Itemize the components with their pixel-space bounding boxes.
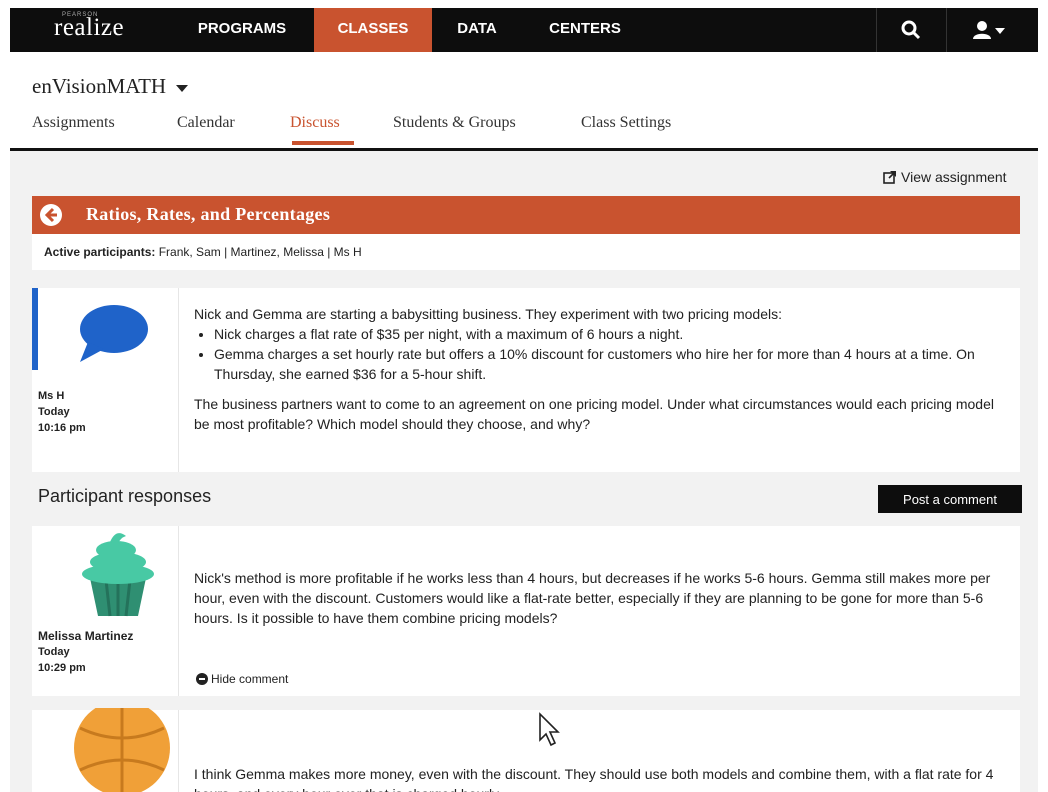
response-day: Today	[38, 646, 70, 658]
brand-label: realize	[54, 14, 125, 41]
response-card: I think Gemma makes more money, even wit…	[32, 708, 1020, 792]
post-body: Nick and Gemma are starting a babysittin…	[194, 304, 1000, 434]
post-time: 10:16 pm	[38, 422, 86, 434]
response-author-column: Melissa Martinez Today 10:29 pm	[32, 526, 179, 696]
active-tab-indicator	[292, 141, 354, 145]
realize-logo[interactable]: PEARSON realize	[54, 12, 125, 42]
response-time: 10:29 pm	[38, 662, 86, 674]
app-frame: PEARSON realize PROGRAMS CLASSES DATA CE…	[10, 8, 1038, 792]
tab-students-groups[interactable]: Students & Groups	[393, 114, 516, 132]
discussion-title-banner: Ratios, Rates, and Percentages	[32, 196, 1020, 234]
participants-label: Active participants:	[44, 245, 156, 259]
class-selector[interactable]: enVisionMATH	[32, 74, 189, 99]
back-button[interactable]	[40, 204, 62, 226]
response-author: Melissa Martinez	[38, 629, 134, 643]
tab-class-settings[interactable]: Class Settings	[581, 114, 671, 132]
cupcake-icon	[82, 533, 154, 617]
minus-circle-icon	[196, 673, 208, 685]
post-author-column: Ms H Today 10:16 pm	[32, 288, 179, 472]
mouse-cursor-icon	[539, 712, 560, 747]
tab-discuss[interactable]: Discuss	[290, 114, 340, 132]
post-accent-bar	[32, 288, 38, 370]
chevron-down-icon	[176, 84, 189, 92]
response-text: I think Gemma makes more money, even wit…	[194, 766, 994, 792]
search-button[interactable]	[878, 8, 944, 52]
external-link-icon	[883, 171, 896, 184]
nav-divider	[876, 8, 877, 52]
basketball-icon	[74, 708, 170, 792]
tab-assignments[interactable]: Assignments	[32, 114, 115, 132]
class-title: enVisionMATH	[32, 74, 167, 98]
search-icon	[901, 20, 921, 40]
top-navigation-bar: PEARSON realize PROGRAMS CLASSES DATA CE…	[10, 8, 1038, 52]
post-bullet-list: Nick charges a flat rate of $35 per nigh…	[194, 324, 1000, 384]
post-question: The business partners want to come to an…	[194, 396, 994, 432]
tab-calendar[interactable]: Calendar	[177, 114, 235, 132]
arrow-left-icon	[44, 207, 57, 223]
post-day: Today	[38, 406, 70, 418]
post-author: Ms H	[38, 390, 65, 402]
nav-data[interactable]: DATA	[440, 8, 514, 52]
user-icon	[973, 21, 1005, 39]
response-author-column	[32, 708, 179, 792]
post-intro: Nick and Gemma are starting a babysittin…	[194, 306, 783, 322]
list-item: Nick charges a flat rate of $35 per nigh…	[214, 324, 1000, 344]
nav-classes[interactable]: CLASSES	[314, 8, 432, 52]
active-participants-bar: Active participants: Frank, Sam | Martin…	[32, 234, 1020, 270]
nav-programs[interactable]: PROGRAMS	[178, 8, 306, 52]
response-text: Nick's method is more profitable if he w…	[194, 570, 991, 626]
nav-centers[interactable]: CENTERS	[530, 8, 640, 52]
participant-responses-heading: Participant responses	[38, 486, 212, 506]
post-meta: Ms H Today 10:16 pm	[38, 388, 86, 436]
speech-bubble-icon	[80, 305, 148, 362]
discussion-prompt-card: Ms H Today 10:16 pm Nick and Gemma are s…	[32, 288, 1020, 472]
hide-comment-label: Hide comment	[211, 672, 289, 686]
discussion-title: Ratios, Rates, and Percentages	[86, 204, 331, 224]
view-assignment-label: View assignment	[901, 169, 1007, 185]
brand-small-label: PEARSON	[62, 12, 99, 18]
response-card: Melissa Martinez Today 10:29 pm Nick's m…	[32, 526, 1020, 696]
hide-comment-link[interactable]: Hide comment	[196, 672, 288, 686]
list-item: Gemma charges a set hourly rate but offe…	[214, 344, 1000, 384]
view-assignment-link[interactable]: View assignment	[883, 169, 1007, 185]
class-header: enVisionMATH Assignments Calendar Discus…	[10, 52, 1038, 151]
user-menu-button[interactable]	[948, 8, 1030, 52]
response-meta: Melissa Martinez Today 10:29 pm	[38, 628, 133, 676]
participants-list: Frank, Sam | Martinez, Melissa | Ms H	[158, 245, 362, 259]
nav-divider	[946, 8, 947, 52]
post-comment-button[interactable]: Post a comment	[878, 485, 1022, 513]
